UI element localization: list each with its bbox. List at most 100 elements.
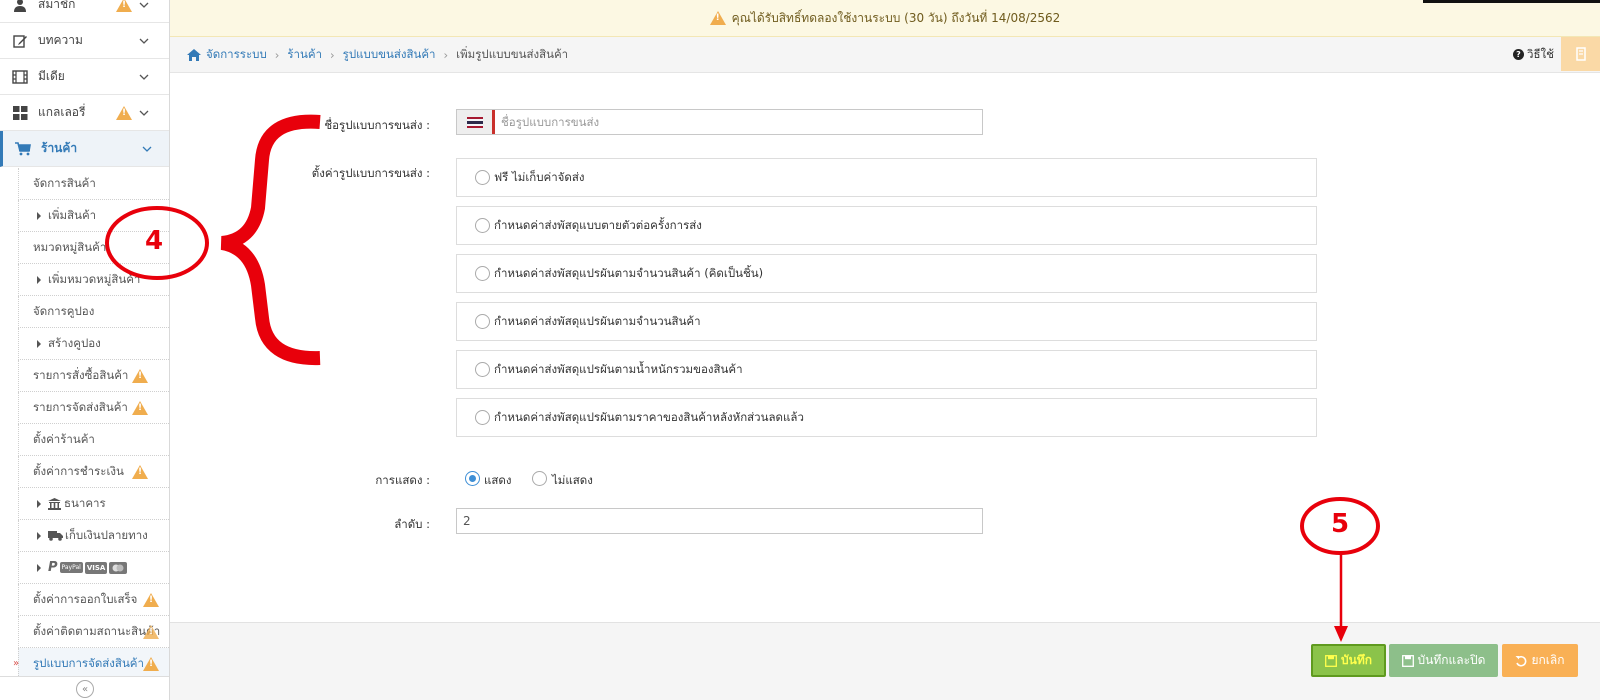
breadcrumb-separator: ›: [443, 47, 449, 62]
caret-right-icon: [37, 275, 41, 284]
language-addon[interactable]: [457, 110, 495, 134]
cancel-button-label: ยกเลิก: [1531, 653, 1565, 667]
trial-notice-bar: คุณได้รับสิทธิ์ทดลองใช้งานระบบ (30 วัน) …: [170, 0, 1600, 37]
truck-icon: [48, 531, 63, 541]
shipping-option-label: กำหนดค่าส่งพัสดุแบบตายตัวต่อครั้งการส่ง: [494, 217, 702, 232]
shipping-option-label: ฟรี ไม่เก็บค่าจัดส่ง: [494, 169, 585, 184]
sidebar-sub-cod[interactable]: เก็บเงินปลายทาง: [18, 520, 169, 552]
help-link[interactable]: ? วิธีใช้: [1513, 46, 1554, 64]
sidebar-sub-label: ธนาคาร: [64, 495, 106, 510]
sidebar-item-gallery[interactable]: แกลเลอรี่: [0, 95, 169, 131]
manual-button[interactable]: [1561, 37, 1600, 71]
sidebar-sub-label: ตั้งค่าร้านค้า: [33, 431, 95, 446]
order-input[interactable]: [456, 508, 983, 534]
breadcrumb: จัดการระบบ › ร้านค้า › รูปแบบขนส่งสินค้า…: [186, 46, 568, 64]
bank-icon: [48, 497, 61, 510]
radio-button[interactable]: [475, 314, 490, 329]
sidebar-sub-orders[interactable]: รายการสั่งซื้อสินค้า: [18, 360, 169, 392]
radio-button[interactable]: [475, 410, 490, 425]
shipping-option-label: กำหนดค่าส่งพัสดุแปรผันตามน้ำหนักรวมของสิ…: [494, 361, 743, 376]
caret-right-icon: [37, 499, 41, 508]
shipping-option-label: กำหนดค่าส่งพัสดุแปรผันตามจำนวนสินค้า: [494, 313, 701, 328]
radio-button[interactable]: [475, 362, 490, 377]
sidebar-sub-label: สร้างคูปอง: [48, 335, 101, 350]
warning-icon: [143, 656, 159, 671]
sidebar-sub-deliveries[interactable]: รายการจัดส่งสินค้า: [18, 392, 169, 424]
floppy-icon: [1325, 654, 1337, 667]
cancel-button[interactable]: ยกเลิก: [1502, 644, 1578, 677]
form-brace: [220, 114, 321, 366]
sidebar-sub-label: ตั้งค่าติดตามสถานะสินค้า: [33, 623, 161, 638]
shipping-option-free[interactable]: ฟรี ไม่เก็บค่าจัดส่ง: [456, 158, 1317, 197]
sidebar-item-label: มีเดีย: [38, 69, 65, 83]
sidebar-sub-coupons[interactable]: จัดการคูปอง: [18, 296, 169, 328]
sidebar-item-shop[interactable]: ร้านค้า: [0, 131, 169, 167]
shipping-name-input[interactable]: [495, 110, 982, 134]
save-and-close-button[interactable]: บันทึกและปิด: [1389, 644, 1498, 677]
sidebar-sub-bank[interactable]: ธนาคาร: [18, 488, 169, 520]
sidebar-sub-add-category[interactable]: เพิ่มหมวดหมู่สินค้า: [18, 264, 169, 296]
floppy-icon: [1401, 654, 1414, 667]
breadcrumb-separator: ›: [274, 47, 280, 62]
sidebar-sub-manage-products[interactable]: จัดการสินค้า: [18, 168, 169, 200]
radio-button[interactable]: [475, 218, 490, 233]
display-hide-label[interactable]: ไม่แสดง: [552, 472, 593, 490]
visa-badge: VISA: [84, 561, 108, 574]
sidebar-sub-add-product[interactable]: เพิ่มสินค้า: [18, 200, 169, 232]
sidebar-sub-receipt-settings[interactable]: ตั้งค่าการออกใบเสร็จ: [18, 584, 169, 616]
sidebar-sub-online-payment[interactable]: P PayPal VISA: [18, 552, 169, 584]
breadcrumb-system[interactable]: จัดการระบบ: [206, 46, 267, 64]
display-show-radio[interactable]: [465, 471, 480, 486]
top-edge-bar: [1423, 0, 1600, 3]
film-icon: [11, 68, 29, 86]
radio-button[interactable]: [475, 170, 490, 185]
caret-right-icon: [37, 531, 41, 540]
sidebar-sub-label: ตั้งค่าการออกใบเสร็จ: [33, 591, 138, 606]
caret-right-icon: [37, 339, 41, 348]
grid-icon: [11, 104, 29, 122]
sidebar-sub-categories[interactable]: หมวดหมู่สินค้า: [18, 232, 169, 264]
sidebar-item-label: สมาชิก: [38, 0, 76, 11]
sidebar-sub-label: จัดการสินค้า: [33, 175, 96, 190]
collapse-sidebar-button[interactable]: «: [76, 680, 94, 698]
radio-button[interactable]: [475, 266, 490, 281]
shipping-option-by-weight[interactable]: กำหนดค่าส่งพัสดุแปรผันตามน้ำหนักรวมของสิ…: [456, 350, 1317, 389]
edit-icon: [11, 32, 29, 50]
home-icon[interactable]: [186, 48, 202, 62]
warning-icon: [143, 624, 159, 639]
sidebar-sub-create-coupon[interactable]: สร้างคูปอง: [18, 328, 169, 360]
sidebar-sub-shop-settings[interactable]: ตั้งค่าร้านค้า: [18, 424, 169, 456]
question-icon: ?: [1513, 49, 1524, 60]
sidebar-sub-label: เพิ่มสินค้า: [48, 207, 97, 222]
sidebar-item-members[interactable]: สมาชิก: [0, 0, 169, 23]
display-show-label[interactable]: แสดง: [484, 472, 512, 490]
shipping-option-fixed[interactable]: กำหนดค่าส่งพัสดุแบบตายตัวต่อครั้งการส่ง: [456, 206, 1317, 245]
sidebar: สมาชิก บทความ มีเดีย แกลเลอรี่ ร้านค้า จ…: [0, 0, 170, 700]
warning-icon: [132, 368, 148, 383]
shipping-type-label: ตั้งค่ารูปแบบการขนส่ง :: [311, 166, 430, 180]
sidebar-item-articles[interactable]: บทความ: [0, 23, 169, 59]
chevron-down-icon: [139, 74, 149, 80]
breadcrumb-shipping-types[interactable]: รูปแบบขนส่งสินค้า: [343, 46, 436, 64]
sidebar-sub-label: เก็บเงินปลายทาง: [65, 527, 148, 542]
shipping-option-by-price[interactable]: กำหนดค่าส่งพัสดุแปรผันตามราคาของสินค้าหล…: [456, 398, 1317, 437]
shipping-option-by-quantity[interactable]: กำหนดค่าส่งพัสดุแปรผันตามจำนวนสินค้า: [456, 302, 1317, 341]
sidebar-sub-tracking-settings[interactable]: ตั้งค่าติดตามสถานะสินค้า: [18, 616, 169, 648]
display-hide-radio[interactable]: [532, 471, 547, 486]
order-label: ลำดับ :: [394, 517, 430, 531]
cart-icon: [14, 140, 32, 158]
breadcrumb-bar: จัดการระบบ › ร้านค้า › รูปแบบขนส่งสินค้า…: [170, 37, 1600, 73]
sidebar-sub-label: รายการสั่งซื้อสินค้า: [33, 367, 129, 382]
breadcrumb-shop[interactable]: ร้านค้า: [287, 46, 322, 64]
sidebar-sub-payment-settings[interactable]: ตั้งค่าการชำระเงิน: [18, 456, 169, 488]
save-button[interactable]: บันทึก: [1311, 644, 1386, 677]
paypal-badge: PayPal: [59, 562, 83, 573]
shipping-option-per-piece[interactable]: กำหนดค่าส่งพัสดุแปรผันตามจำนวนสินค้า (คิ…: [456, 254, 1317, 293]
help-label: วิธีใช้: [1527, 46, 1554, 61]
save-button-label: บันทึก: [1341, 653, 1372, 667]
trial-notice-text: คุณได้รับสิทธิ์ทดลองใช้งานระบบ (30 วัน) …: [731, 10, 1061, 25]
save-and-close-label: บันทึกและปิด: [1417, 653, 1486, 667]
sidebar-item-media[interactable]: มีเดีย: [0, 59, 169, 95]
warning-icon: [143, 592, 159, 607]
sidebar-sub-label: หมวดหมู่สินค้า: [33, 239, 107, 254]
